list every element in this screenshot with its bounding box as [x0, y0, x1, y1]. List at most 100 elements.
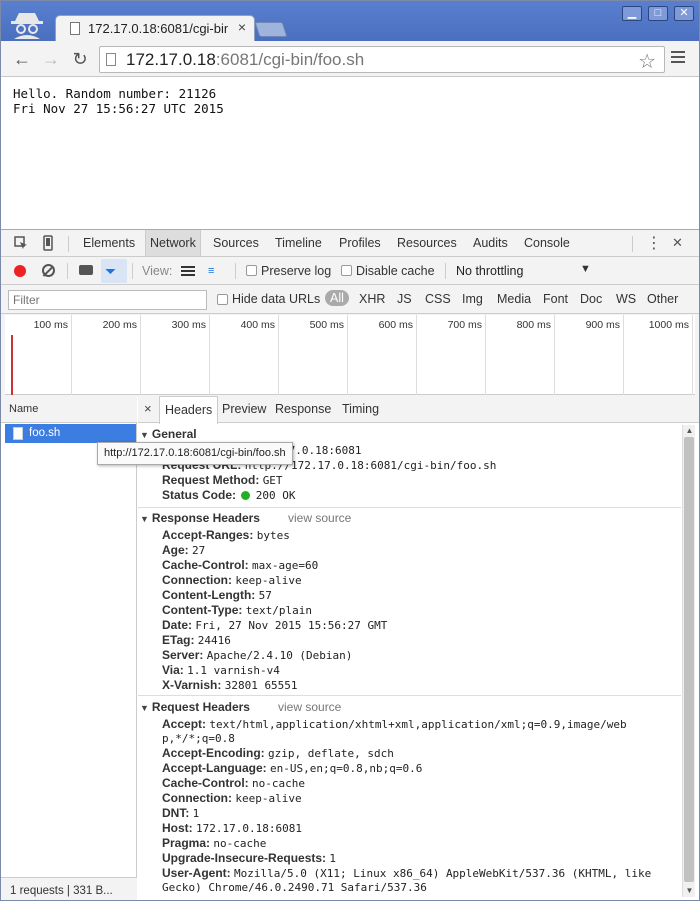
devtools-tabbar: Elements Network Sources Timeline Profil… [1, 230, 699, 257]
header-row: ETag: 24416 [162, 633, 231, 648]
tab-strip: 172.17.0.18:6081/cgi-bin/foo.sh × ▁ □ ✕ [1, 1, 699, 41]
detail-close-icon[interactable]: × [144, 401, 152, 416]
tab-response[interactable]: Response [270, 396, 336, 423]
header-value: gzip, deflate, sdch [268, 747, 394, 760]
header-value: text/plain [245, 604, 313, 617]
page-line-2: Fri Nov 27 15:56:27 UTC 2015 [13, 101, 224, 116]
preserve-log-label: Preserve log [261, 264, 332, 278]
header-value: bytes [256, 529, 290, 542]
page-icon [70, 22, 80, 35]
request-name-column: Name foo.sh 1 requests | 331 B... [1, 396, 137, 900]
header-value: keep-alive [235, 574, 302, 587]
scroll-down-icon[interactable]: ▼ [684, 885, 695, 896]
address-bar[interactable]: 172.17.0.18:6081/cgi-bin/foo.sh ☆ [99, 46, 665, 73]
close-window-button[interactable]: ✕ [674, 6, 694, 21]
bookmark-star-icon[interactable]: ☆ [638, 49, 656, 74]
more-options-icon[interactable]: ⋮ [646, 233, 662, 253]
filter-funnel-icon[interactable]: ⏷ [105, 264, 121, 278]
tab-sources[interactable]: Sources [209, 230, 263, 256]
preserve-log-checkbox[interactable] [246, 265, 257, 276]
large-rows-icon[interactable] [181, 266, 195, 278]
filter-type-media[interactable]: Media [497, 292, 531, 306]
file-icon [13, 427, 23, 440]
clear-icon[interactable] [42, 264, 55, 277]
back-button[interactable]: ← [11, 49, 33, 69]
page-icon [106, 53, 116, 66]
request-row[interactable]: foo.sh [5, 424, 136, 443]
tab-network[interactable]: Network [145, 230, 201, 256]
user-agent-row-continued: Gecko) Chrome/46.0.2490.71 Safari/537.36 [162, 881, 427, 894]
tab-audits[interactable]: Audits [469, 230, 512, 256]
detail-tabbar: × Headers Preview Response Timing [138, 396, 699, 424]
scrollbar-thumb[interactable] [684, 437, 694, 882]
reload-button[interactable]: ↻ [69, 49, 91, 69]
browser-tab[interactable]: 172.17.0.18:6081/cgi-bin/foo.sh × [55, 15, 255, 41]
timeline-overview[interactable]: 100 ms 200 ms 300 ms 400 ms 500 ms 600 ms 700 … [5, 315, 695, 395]
filter-type-img[interactable]: Img [462, 292, 483, 306]
tab-timeline[interactable]: Timeline [271, 230, 326, 256]
scroll-up-icon[interactable]: ▲ [684, 425, 695, 436]
header-value: no-cache [252, 777, 305, 790]
name-column-header[interactable]: Name [1, 396, 137, 423]
devtools-close-icon[interactable]: ✕ [672, 235, 683, 251]
filter-type-doc[interactable]: Doc [580, 292, 602, 306]
browser-menu-icon[interactable] [671, 51, 685, 66]
hide-data-urls-checkbox[interactable] [217, 294, 228, 305]
tab-elements[interactable]: Elements [79, 230, 139, 256]
general-section-header[interactable]: ▼ General [140, 427, 197, 441]
header-row: Server: Apache/2.4.10 (Debian) [162, 648, 352, 663]
header-row: Cache-Control: no-cache [162, 776, 305, 791]
tab-preview[interactable]: Preview [217, 396, 271, 423]
device-mode-icon[interactable] [43, 235, 53, 251]
header-value: 27 [192, 544, 206, 557]
tab-headers[interactable]: Headers [159, 396, 219, 424]
header-key: Cache-Control: [162, 776, 249, 790]
header-key: Date: [162, 618, 193, 632]
tab-close-icon[interactable]: × [238, 19, 246, 35]
capture-screenshots-icon[interactable] [79, 265, 93, 275]
header-key: Content-Length: [162, 588, 256, 602]
chevron-down-icon[interactable]: ▼ [580, 263, 591, 275]
header-value: 24416 [197, 634, 231, 647]
request-headers-section-header[interactable]: ▼ Request Headers [140, 700, 250, 714]
header-key: Accept-Encoding: [162, 746, 265, 760]
filter-type-font[interactable]: Font [543, 292, 568, 306]
filter-type-all[interactable]: All [325, 290, 349, 306]
tab-console[interactable]: Console [520, 230, 574, 256]
response-view-source-link[interactable]: view source [288, 511, 351, 525]
minimize-button[interactable]: ▁ [622, 6, 642, 21]
record-icon[interactable] [14, 265, 26, 277]
overview-waterfall-icon[interactable]: ≡ [208, 266, 224, 277]
response-headers-section-header[interactable]: ▼ Response Headers [140, 511, 260, 525]
header-row: Content-Length: 57 [162, 588, 272, 603]
filter-type-other[interactable]: Other [647, 292, 678, 306]
url-path: :6081/cgi-bin/foo.sh [215, 49, 365, 69]
filter-type-css[interactable]: CSS [425, 292, 451, 306]
inspect-element-icon[interactable] [14, 236, 28, 250]
new-tab-button[interactable] [254, 22, 288, 37]
request-summary: 1 requests | 331 B... [1, 877, 137, 900]
throttling-select[interactable]: No throttling [456, 264, 523, 278]
disable-cache-checkbox[interactable] [341, 265, 352, 276]
detail-scrollbar[interactable]: ▲ ▼ [682, 425, 695, 897]
header-row: DNT: 1 [162, 806, 199, 821]
filter-type-js[interactable]: JS [397, 292, 412, 306]
forward-button[interactable]: → [40, 49, 62, 69]
header-row: Accept-Encoding: gzip, deflate, sdch [162, 746, 394, 761]
status-ok-icon [241, 491, 251, 500]
header-row: Accept-Language: en-US,en;q=0.8,nb;q=0.6 [162, 761, 422, 776]
header-key: Server: [162, 648, 204, 662]
header-key: Cache-Control: [162, 558, 249, 572]
header-key: Pragma: [162, 836, 211, 850]
header-row: Cache-Control: max-age=60 [162, 558, 318, 573]
tab-profiles[interactable]: Profiles [335, 230, 385, 256]
header-key: Connection: [162, 573, 232, 587]
filter-type-ws[interactable]: WS [616, 292, 636, 306]
header-value: Apache/2.4.10 (Debian) [206, 649, 353, 662]
tab-resources[interactable]: Resources [393, 230, 461, 256]
filter-input[interactable] [8, 290, 207, 310]
maximize-button[interactable]: □ [648, 6, 668, 21]
tab-timing[interactable]: Timing [337, 396, 384, 423]
request-view-source-link[interactable]: view source [278, 700, 341, 714]
filter-type-xhr[interactable]: XHR [359, 292, 385, 306]
